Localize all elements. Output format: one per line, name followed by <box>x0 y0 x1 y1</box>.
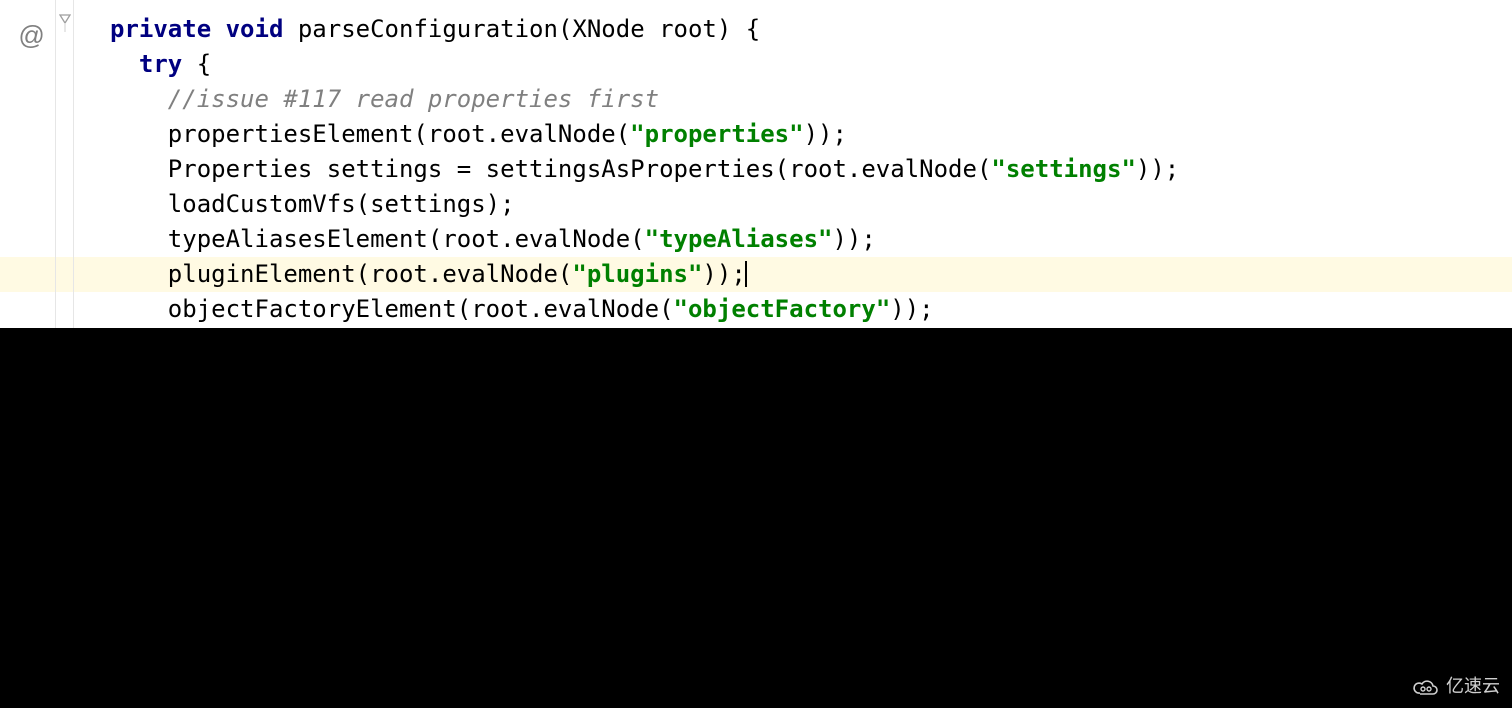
line-highlight-gutter <box>0 257 55 292</box>
code-line[interactable]: //issue #117 read properties first <box>74 82 1512 117</box>
code-line[interactable]: loadCustomVfs(settings); <box>74 187 1512 222</box>
code-line[interactable]: propertiesElement(root.evalNode("propert… <box>74 117 1512 152</box>
line-highlight-fold-gutter <box>56 257 73 292</box>
code-line[interactable]: typeAliasesElement(root.evalNode("typeAl… <box>74 222 1512 257</box>
cloud-icon <box>1412 677 1440 697</box>
code-line[interactable]: pluginElement(root.evalNode("plugins")); <box>74 257 1512 292</box>
watermark-text: 亿速云 <box>1446 669 1500 704</box>
text-cursor <box>745 261 747 287</box>
fold-collapse-icon[interactable] <box>59 14 71 32</box>
code-line[interactable]: Properties settings = settingsAsProperti… <box>74 152 1512 187</box>
code-lines[interactable]: private void parseConfiguration(XNode ro… <box>74 12 1512 362</box>
override-marker-icon[interactable]: @ <box>18 18 44 53</box>
code-line[interactable]: private void parseConfiguration(XNode ro… <box>74 12 1512 47</box>
code-line[interactable]: try { <box>74 47 1512 82</box>
watermark: 亿速云 <box>1412 669 1500 704</box>
redaction-overlay <box>0 328 1512 708</box>
code-line[interactable]: objectFactoryElement(root.evalNode("obje… <box>74 292 1512 327</box>
